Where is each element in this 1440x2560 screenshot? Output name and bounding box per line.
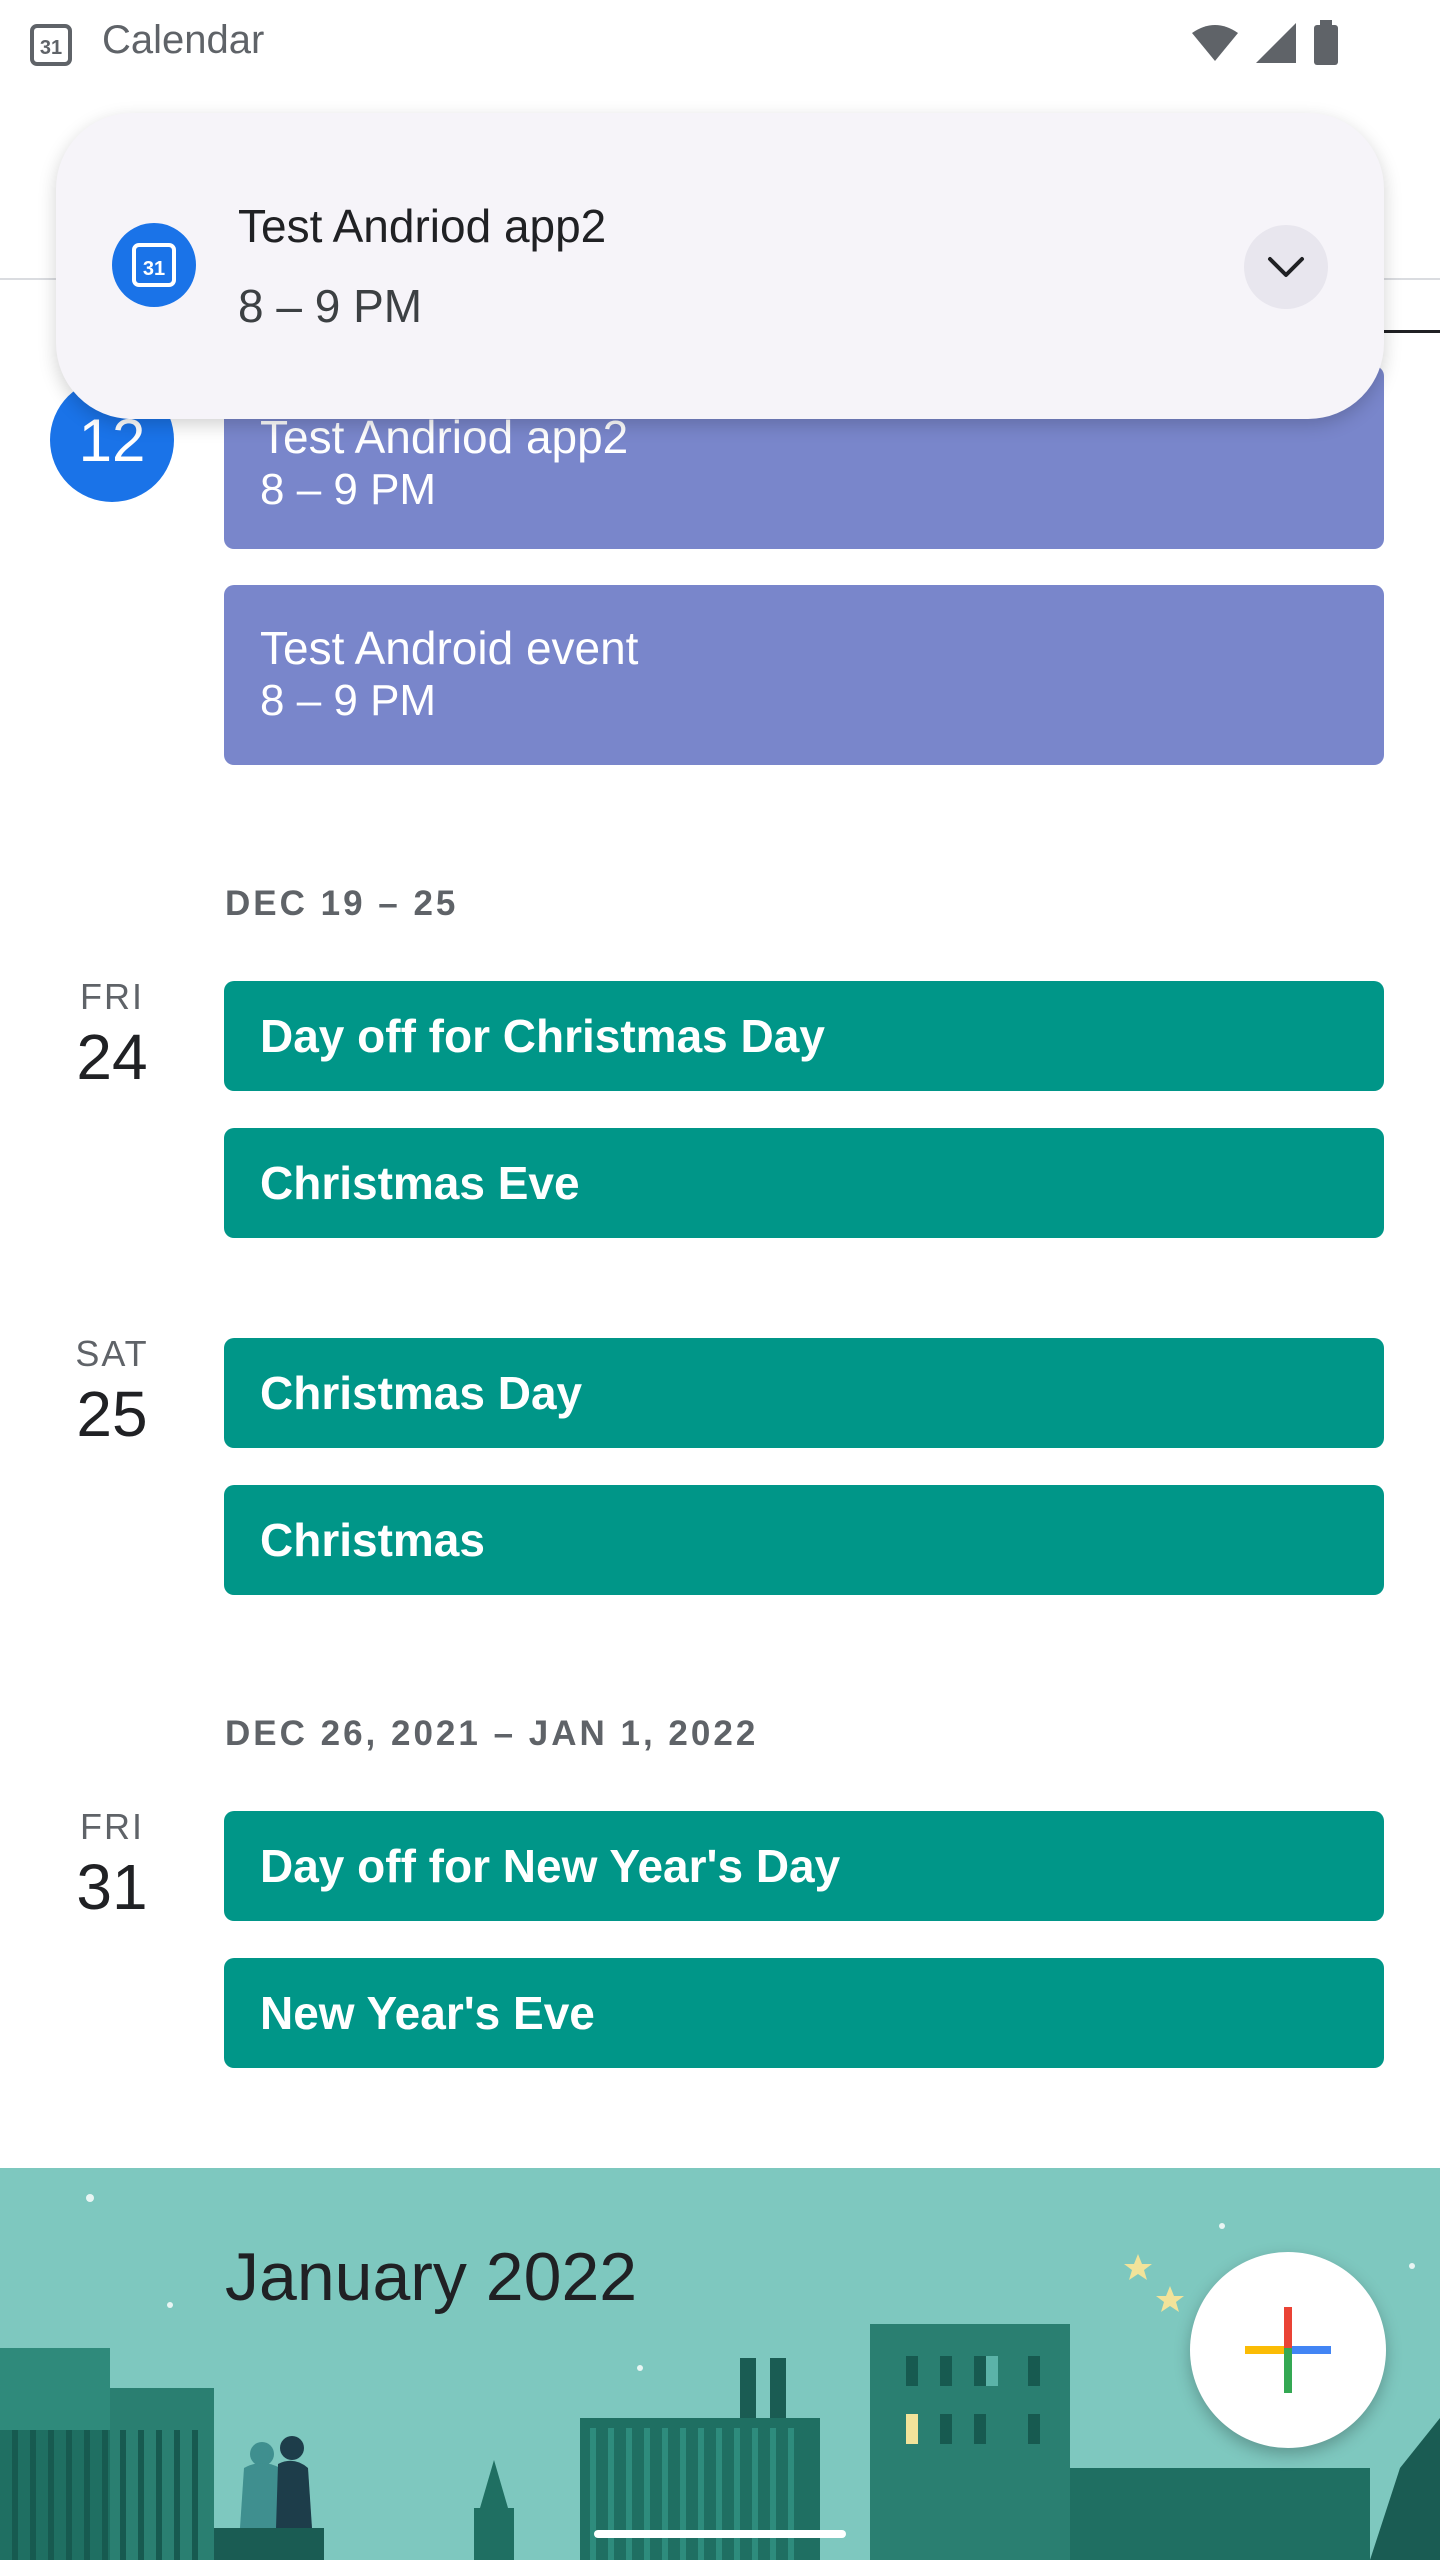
event-title: Christmas Day	[260, 1367, 583, 1419]
day-number: 31	[76, 1851, 148, 1923]
day-label[interactable]: FRI 31	[40, 1806, 184, 1924]
event-chip[interactable]: New Year's Eve	[224, 1958, 1384, 2068]
month-title: January 2022	[225, 2239, 638, 2315]
svg-text:31: 31	[143, 258, 165, 280]
event-chip[interactable]: Christmas	[224, 1485, 1384, 1595]
app-bar-indicator	[1380, 330, 1440, 333]
day-of-week: FRI	[80, 976, 144, 1017]
event-chip[interactable]: Christmas Day	[224, 1338, 1384, 1448]
event-title: Christmas	[260, 1514, 485, 1566]
week-header: DEC 26, 2021 – JAN 1, 2022	[225, 1714, 759, 1753]
event-time: 8 – 9 PM	[260, 676, 437, 725]
event-title: New Year's Eve	[260, 1987, 595, 2039]
plus-icon	[1245, 2307, 1331, 2393]
day-label[interactable]: SAT 25	[40, 1333, 184, 1451]
event-chip[interactable]: Test Android event 8 – 9 PM	[224, 585, 1384, 765]
notification-title: Test Andriod app2	[238, 200, 607, 252]
event-chip[interactable]: Day off for Christmas Day	[224, 981, 1384, 1091]
day-of-week: SAT	[75, 1333, 149, 1374]
day-of-week: FRI	[80, 1806, 144, 1847]
event-time: 8 – 9 PM	[260, 465, 437, 514]
svg-text:31: 31	[40, 37, 62, 59]
calendar-icon: 31	[112, 223, 196, 307]
chevron-down-icon	[1268, 257, 1304, 277]
event-notification[interactable]: 31 Test Andriod app2 8 – 9 PM	[56, 113, 1384, 419]
create-event-button[interactable]	[1190, 2252, 1386, 2448]
gesture-nav-handle[interactable]	[594, 2530, 846, 2538]
week-header: DEC 19 – 25	[225, 884, 459, 923]
event-title: Test Android event	[260, 622, 639, 674]
event-title: Christmas Eve	[260, 1157, 580, 1209]
notification-time: 8 – 9 PM	[238, 280, 423, 332]
status-app-name: Calendar	[102, 18, 265, 62]
event-title: Day off for New Year's Day	[260, 1840, 841, 1892]
day-number: 25	[76, 1378, 148, 1450]
battery-icon	[1314, 20, 1338, 65]
wifi-icon	[1192, 25, 1238, 61]
event-title: Day off for Christmas Day	[260, 1010, 825, 1062]
day-number: 24	[76, 1021, 148, 1093]
event-chip[interactable]: Christmas Eve	[224, 1128, 1384, 1238]
status-icons	[1190, 20, 1340, 66]
signal-icon	[1256, 23, 1296, 63]
expand-button[interactable]	[1244, 225, 1328, 309]
day-label[interactable]: FRI 24	[40, 976, 184, 1094]
event-chip[interactable]: Day off for New Year's Day	[224, 1811, 1384, 1921]
status-bar: 31 Calendar	[0, 0, 1440, 84]
calendar-icon: 31	[28, 20, 76, 68]
